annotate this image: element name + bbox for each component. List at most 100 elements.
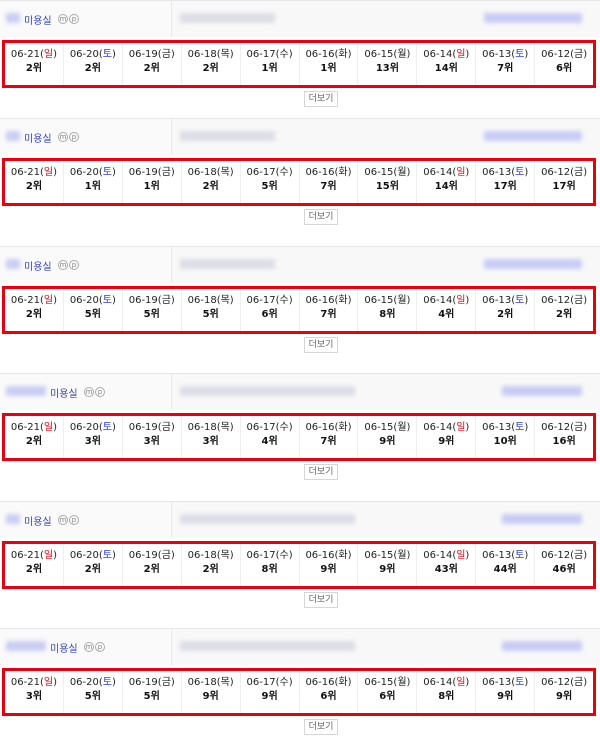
date-label: 06-21(일) xyxy=(10,422,57,433)
rank-value: 8위 xyxy=(438,691,455,702)
rank-value: 5위 xyxy=(143,309,160,320)
more-button[interactable]: 더보기 xyxy=(304,337,338,353)
date-label: 06-17(수) xyxy=(246,422,293,433)
rank-section: 미용실 mp 06-21(일) 2위 06-20(토) 2위 06-19(금) … xyxy=(0,0,600,122)
date-label: 06-15(월) xyxy=(364,677,411,688)
rank-value: 7위 xyxy=(497,63,514,74)
blurred-detail-text xyxy=(180,514,355,524)
weekday-label: 화 xyxy=(338,422,348,433)
rank-value: 9위 xyxy=(556,691,573,702)
weekday-label: 금 xyxy=(161,677,171,688)
date-label: 06-19(금) xyxy=(128,422,175,433)
date-label: 06-18(목) xyxy=(187,167,234,178)
date-label: 06-19(금) xyxy=(128,167,175,178)
weekday-label: 수 xyxy=(279,677,289,688)
shop-detail-cell xyxy=(172,374,600,410)
weekday-label: 토 xyxy=(515,550,525,561)
day-rank-cell: 06-17(수) 8위 xyxy=(241,544,300,586)
rank-value: 4위 xyxy=(438,309,455,320)
blurred-link[interactable] xyxy=(502,386,582,396)
day-rank-cell: 06-20(토) 5위 xyxy=(64,671,123,713)
more-button[interactable]: 더보기 xyxy=(304,209,338,225)
date-label: 06-17(수) xyxy=(246,167,293,178)
date-label: 06-12(금) xyxy=(541,677,588,688)
rank-value: 9위 xyxy=(438,436,455,447)
blurred-link[interactable] xyxy=(484,259,582,269)
date-label: 06-21(일) xyxy=(10,550,57,561)
rank-value: 9위 xyxy=(261,691,278,702)
date-label: 06-16(화) xyxy=(305,295,352,306)
shop-name-suffix[interactable]: 미용실 xyxy=(50,385,78,400)
date-label: 06-16(화) xyxy=(305,677,352,688)
date-label: 06-15(월) xyxy=(364,49,411,60)
weekday-label: 화 xyxy=(338,167,348,178)
rank-value: 5위 xyxy=(202,309,219,320)
day-rank-cell: 06-13(토) 9위 xyxy=(476,671,536,713)
shop-name-suffix[interactable]: 미용실 xyxy=(24,513,52,528)
blurred-link[interactable] xyxy=(484,131,582,141)
more-button[interactable]: 더보기 xyxy=(304,91,338,107)
day-rank-cell: 06-14(일) 9위 xyxy=(417,416,477,458)
p-badge-icon: p xyxy=(69,260,79,270)
more-button[interactable]: 더보기 xyxy=(304,719,338,735)
rank-value: 2위 xyxy=(202,564,219,575)
blurred-link[interactable] xyxy=(502,641,582,651)
weekday-label: 화 xyxy=(338,550,348,561)
shop-header: 미용실 mp xyxy=(0,0,600,37)
more-button[interactable]: 더보기 xyxy=(304,464,338,480)
day-rank-cell: 06-19(금) 5위 xyxy=(123,289,182,331)
date-label: 06-12(금) xyxy=(541,422,588,433)
day-rank-cell: 06-17(수) 1위 xyxy=(241,43,300,85)
shop-header: 미용실 mp xyxy=(0,118,600,155)
blurred-detail-text xyxy=(180,259,275,269)
date-label: 06-14(일) xyxy=(423,167,470,178)
day-rank-cell: 06-15(월) 6위 xyxy=(358,671,418,713)
date-label: 06-16(화) xyxy=(305,422,352,433)
rank-value: 1위 xyxy=(320,63,337,74)
day-rank-cell: 06-20(토) 2위 xyxy=(64,544,123,586)
day-rank-cell: 06-17(수) 6위 xyxy=(241,289,300,331)
weekday-label: 금 xyxy=(161,550,171,561)
rank-value: 2위 xyxy=(202,63,219,74)
day-rank-cell: 06-21(일) 2위 xyxy=(5,289,64,331)
day-rank-cell: 06-12(금) 9위 xyxy=(535,671,593,713)
date-label: 06-19(금) xyxy=(128,295,175,306)
shop-name-suffix[interactable]: 미용실 xyxy=(24,258,52,273)
weekday-label: 화 xyxy=(338,295,348,306)
rank-value: 17위 xyxy=(493,181,517,192)
weekday-label: 금 xyxy=(574,422,584,433)
rank-value: 9위 xyxy=(320,564,337,575)
shop-name-suffix[interactable]: 미용실 xyxy=(50,640,78,655)
rank-value: 3위 xyxy=(25,691,43,702)
shop-name-suffix[interactable]: 미용실 xyxy=(24,130,52,145)
rank-value: 44위 xyxy=(493,564,517,575)
date-label: 06-20(토) xyxy=(69,167,116,178)
day-rank-cell: 06-13(토) 44위 xyxy=(476,544,536,586)
weekday-label: 목 xyxy=(220,295,230,306)
day-rank-cell: 06-16(화) 6위 xyxy=(300,671,359,713)
blurred-link[interactable] xyxy=(502,514,582,524)
daily-rank-table: 06-21(일) 3위 06-20(토) 5위 06-19(금) 5위 06-1… xyxy=(2,668,596,716)
shop-header: 미용실 mp xyxy=(0,373,600,410)
day-rank-cell: 06-14(일) 14위 xyxy=(417,43,477,85)
weekday-label: 금 xyxy=(574,677,584,688)
blurred-link[interactable] xyxy=(484,13,582,23)
weekday-label: 일 xyxy=(456,295,466,306)
rank-value: 7위 xyxy=(320,309,337,320)
shop-name-suffix[interactable]: 미용실 xyxy=(24,12,52,27)
date-label: 06-15(월) xyxy=(364,550,411,561)
day-rank-cell: 06-18(목) 2위 xyxy=(182,544,241,586)
rank-section: 미용실 mp 06-21(일) 2위 06-20(토) 3위 06-19(금) … xyxy=(0,373,600,495)
weekday-label: 토 xyxy=(102,422,112,433)
weekday-label: 일 xyxy=(43,677,54,688)
date-label: 06-17(수) xyxy=(246,677,293,688)
rank-value: 2위 xyxy=(202,181,219,192)
day-rank-cell: 06-12(금) 6위 xyxy=(535,43,593,85)
rank-value: 16위 xyxy=(552,436,576,447)
date-label: 06-12(금) xyxy=(541,167,588,178)
more-button[interactable]: 더보기 xyxy=(304,592,338,608)
p-badge-icon: p xyxy=(95,387,105,397)
p-badge-icon: p xyxy=(69,515,79,525)
badge-icons: mp xyxy=(58,132,80,142)
weekday-label: 금 xyxy=(161,49,171,60)
